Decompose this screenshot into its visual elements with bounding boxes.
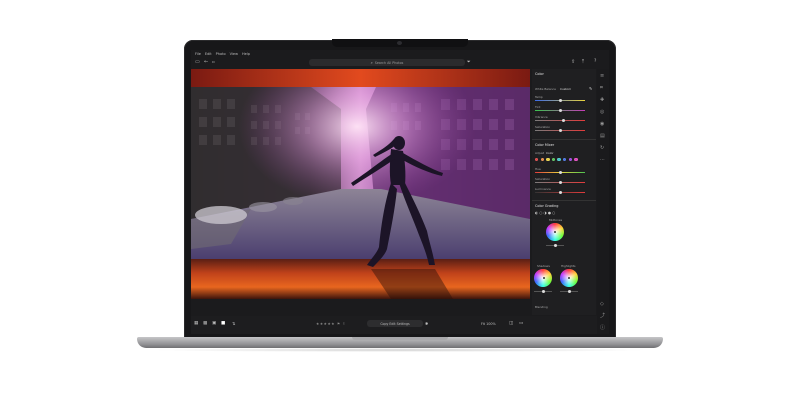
mask-icon[interactable]: ◎: [600, 109, 604, 115]
mixer-saturation-slider-handle[interactable]: [559, 181, 562, 184]
laptop-screen: File Edit Photo View Help ▭ ← ▫ ⌕ Search…: [191, 50, 609, 334]
menu-file[interactable]: File: [195, 52, 201, 56]
adjustments-panel: Color White Balance Custom ✎ Temp Tint V…: [532, 69, 596, 315]
detail-view-icon[interactable]: ▣: [212, 321, 216, 327]
star-rating-icons[interactable]: ★★★★★ ⚑ ⚐: [316, 322, 346, 326]
blending-label: Blending: [535, 305, 548, 309]
vibrance-slider[interactable]: [535, 119, 585, 122]
arrow-left-icon[interactable]: ←: [204, 59, 208, 65]
color-swatch[interactable]: [540, 158, 544, 162]
fit-label: Fit: [481, 322, 485, 326]
copy-edit-settings-label: Copy Edit Settings: [380, 321, 410, 326]
loupe-view-icon[interactable]: ■: [221, 321, 225, 327]
search-input[interactable]: Search All Photos: [375, 61, 404, 65]
filter-icon[interactable]: ⏷: [467, 59, 471, 65]
color-section-title[interactable]: Color: [535, 72, 544, 76]
saturation-slider[interactable]: [535, 129, 585, 132]
info-icon[interactable]: ⓘ: [600, 325, 605, 331]
color-swatch[interactable]: [563, 158, 567, 162]
sort-icon[interactable]: ⇅: [232, 321, 235, 327]
divider: [532, 139, 596, 140]
tool-strip: ≡ ⌗ ✚ ◎ ◉ ▤ ↻ ⋯ ◇ ⤴ ⓘ: [597, 69, 609, 334]
eyedropper-icon[interactable]: ✎: [589, 86, 592, 91]
white-balance-label: White Balance: [535, 87, 556, 91]
settings-gear-icon[interactable]: ✱: [425, 321, 428, 327]
laptop-shadow: [150, 348, 650, 352]
upload-icon[interactable]: ⤒: [582, 59, 584, 65]
crop-icon[interactable]: ⌗: [600, 85, 603, 91]
midtones-lum-handle[interactable]: [554, 244, 557, 247]
highlights-label: Highlights: [561, 264, 576, 268]
color-swatch[interactable]: [568, 158, 572, 162]
zoom-value: 100%: [486, 322, 496, 326]
menu-edit[interactable]: Edit: [205, 52, 212, 56]
menu-help[interactable]: Help: [242, 52, 250, 56]
color-swatch[interactable]: [535, 158, 539, 162]
photo-canvas[interactable]: [191, 69, 530, 299]
presets-icon[interactable]: ▤: [600, 133, 605, 139]
temp-label: Temp: [535, 95, 543, 99]
copy-edit-settings-button[interactable]: Copy Edit Settings: [367, 320, 423, 327]
luminance-slider-handle[interactable]: [559, 191, 562, 194]
vibrance-slider-handle[interactable]: [562, 119, 565, 122]
search-icon: ⌕: [370, 60, 373, 65]
midtones-label: Midtones: [549, 218, 563, 222]
tint-slider[interactable]: [535, 109, 585, 112]
square-grid-icon[interactable]: ▩: [203, 321, 207, 327]
search-bar[interactable]: ⌕ Search All Photos: [309, 59, 465, 66]
mixer-saturation-label: Saturation: [535, 177, 551, 181]
cloud-upload-icon[interactable]: ⇪: [571, 59, 575, 65]
hue-slider[interactable]: [535, 171, 585, 174]
temp-slider[interactable]: [535, 99, 585, 102]
white-balance-select[interactable]: Custom: [560, 87, 571, 91]
help-icon[interactable]: ?: [594, 59, 596, 64]
luminance-label: Luminance: [535, 187, 551, 191]
laptop-base-notch: [352, 337, 448, 340]
temp-slider-handle[interactable]: [559, 99, 562, 102]
color-swatch[interactable]: [546, 158, 550, 162]
color-grading-title[interactable]: Color Grading: [535, 204, 558, 208]
color-swatch[interactable]: [557, 158, 561, 162]
midtones-lum-slider[interactable]: [546, 244, 564, 247]
hue-slider-handle[interactable]: [559, 171, 562, 174]
color-swatch[interactable]: [574, 158, 578, 162]
webcam-lens: [397, 41, 402, 45]
adjust-label: Adjust: [535, 151, 545, 155]
arrow-right-icon[interactable]: ▫: [212, 59, 215, 65]
divider: [532, 200, 596, 201]
vibrance-label: Vibrance: [535, 115, 548, 119]
shadows-lum-handle[interactable]: [542, 290, 545, 293]
heal-icon[interactable]: ✚: [600, 97, 604, 103]
compare-icon[interactable]: ◫: [509, 321, 513, 327]
menu-view[interactable]: View: [230, 52, 238, 56]
versions-icon[interactable]: ↻: [600, 145, 604, 151]
color-swatch[interactable]: [551, 158, 556, 162]
saturation-label: Saturation: [535, 125, 551, 129]
highlights-lum-handle[interactable]: [568, 290, 571, 293]
saturation-slider-handle[interactable]: [559, 129, 562, 132]
fit-zoom[interactable]: Fit 100%: [481, 322, 496, 326]
grid-view-icon[interactable]: ▦: [194, 321, 198, 327]
edited-photo: [191, 69, 530, 299]
redeye-icon[interactable]: ◉: [600, 121, 604, 127]
sidebar-toggle-icon[interactable]: ▭: [195, 59, 200, 65]
grading-mode-icons[interactable]: ◐ ○ ◑ ● ○: [535, 211, 555, 215]
edit-icon[interactable]: ≡: [600, 73, 604, 79]
share-icon[interactable]: ⤴: [600, 313, 605, 319]
tint-label: Tint: [535, 105, 541, 109]
luminance-slider[interactable]: [535, 191, 585, 194]
shadows-label: Shadows: [537, 264, 550, 268]
menu-photo[interactable]: Photo: [216, 52, 226, 56]
hue-label: Hue: [535, 167, 541, 171]
color-mixer-title[interactable]: Color Mixer: [535, 143, 554, 147]
tint-slider-handle[interactable]: [559, 109, 562, 112]
more-icon[interactable]: ⋯: [600, 157, 605, 163]
before-after-icon[interactable]: ▭: [519, 321, 523, 327]
menu-bar: File Edit Photo View Help: [191, 50, 609, 57]
highlights-lum-slider[interactable]: [560, 290, 578, 293]
mixer-saturation-slider[interactable]: [535, 181, 585, 184]
shadows-lum-slider[interactable]: [534, 290, 552, 293]
adjust-select[interactable]: Color: [546, 151, 554, 155]
tag-icon[interactable]: ◇: [600, 301, 604, 307]
